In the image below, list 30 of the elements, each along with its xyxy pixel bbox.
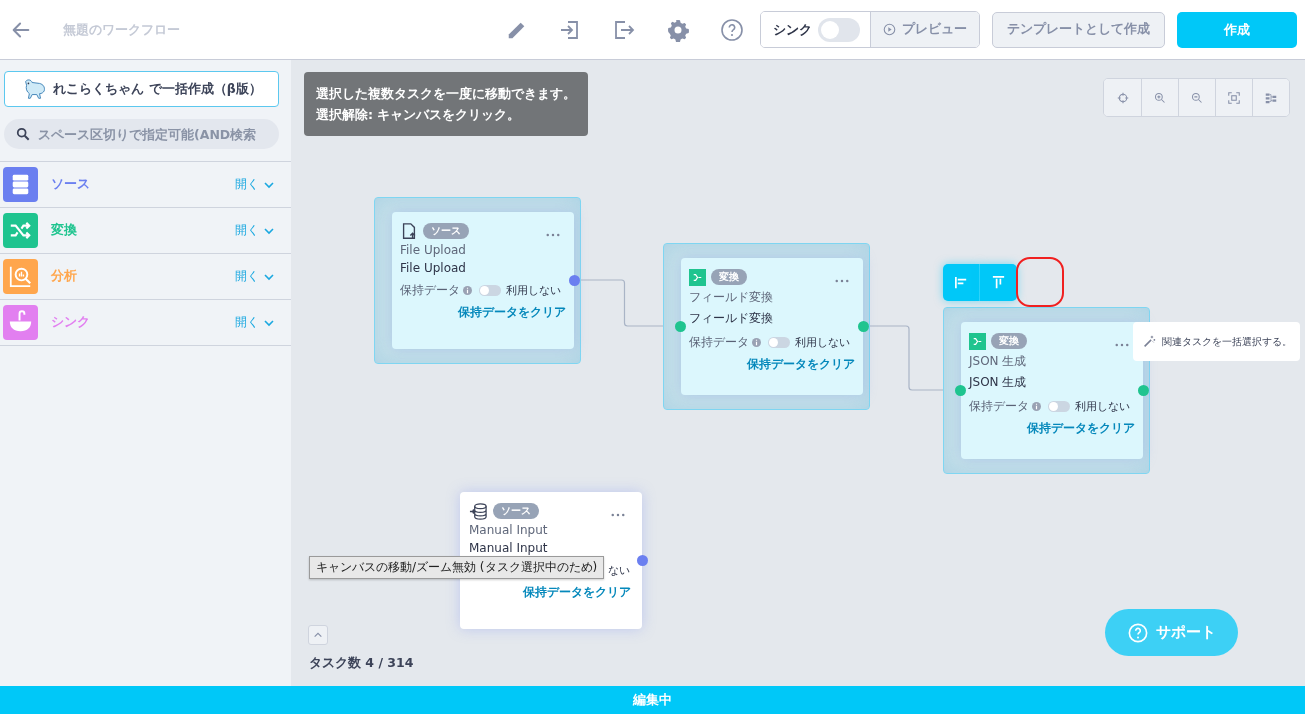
hint-text: 選択解除: キャンバスをクリック。 bbox=[316, 107, 522, 124]
retention-label: 保持データ bbox=[969, 398, 1029, 415]
task-title: File Upload bbox=[400, 261, 467, 275]
task-subtitle: フィールド変換 bbox=[689, 289, 774, 306]
toggle-label: 利用しない bbox=[506, 283, 561, 298]
task-subtitle: JSON 生成 bbox=[969, 353, 1028, 370]
retention-label: 保持データ bbox=[400, 282, 460, 299]
toggle-label: ない bbox=[608, 563, 630, 578]
task-type-badge: ソース bbox=[493, 503, 539, 519]
status-text: 編集中 bbox=[633, 691, 672, 709]
tooltip-text: 関連タスクを一括選択する。 bbox=[1162, 334, 1292, 349]
task-title: JSON 生成 bbox=[969, 374, 1028, 391]
task-type-badge: 変換 bbox=[991, 333, 1027, 349]
toggle-label: 利用しない bbox=[1075, 399, 1130, 414]
task-title: フィールド変換 bbox=[689, 310, 774, 327]
toggle-label: 利用しない bbox=[795, 335, 850, 350]
retention-label: 保持データ bbox=[689, 334, 749, 351]
category-label: 分析 bbox=[51, 268, 77, 285]
lock-tooltip: キャンバスの移動/ズーム無効 (タスク選択中のため) bbox=[309, 556, 605, 579]
hint-text: 選択した複数タスクを一度に移動できます。 bbox=[316, 86, 576, 103]
task-title: Manual Input bbox=[469, 541, 549, 555]
task-count: タスク数 4 / 314 bbox=[309, 655, 414, 672]
sync-label: シンク bbox=[773, 20, 812, 39]
task-type-badge: ソース bbox=[423, 223, 469, 239]
category-label: ソース bbox=[51, 176, 90, 193]
task-subtitle: Manual Input bbox=[469, 523, 549, 537]
task-subtitle: File Upload bbox=[400, 243, 467, 257]
task-type-badge: 変換 bbox=[711, 269, 747, 285]
category-label: シンク bbox=[51, 314, 90, 331]
category-label: 変換 bbox=[51, 222, 77, 239]
